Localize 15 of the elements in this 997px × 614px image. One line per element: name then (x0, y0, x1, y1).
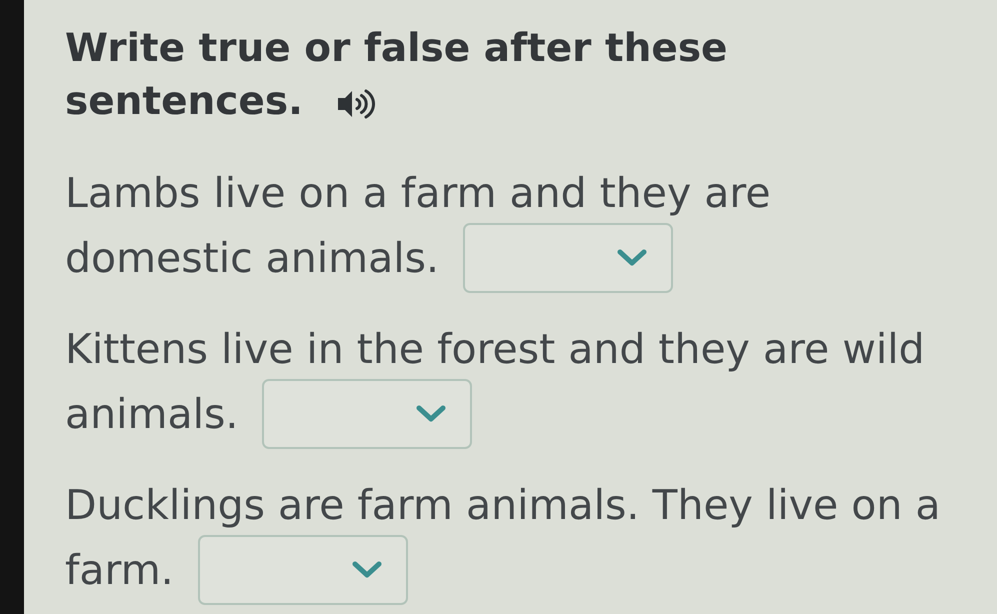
sentence-text: farm. (65, 545, 174, 596)
answer-dropdown[interactable] (262, 379, 472, 449)
chevron-down-icon (617, 249, 648, 267)
instruction-text: sentences. (65, 78, 303, 126)
instruction-text: Write true or false after these (65, 25, 728, 73)
sentence-text: Ducklings are farm animals. They live on a (65, 480, 940, 531)
sentence-text: animals. (65, 389, 238, 440)
chevron-down-icon (416, 405, 446, 423)
chevron-down-icon (352, 561, 382, 579)
answer-dropdown[interactable] (463, 223, 674, 293)
sentence-text: domestic animals. (65, 233, 440, 284)
sentence-text: Kittens live in the forest and they are wild (65, 324, 925, 375)
sentence-text: Lambs live on a farm and they are (65, 168, 771, 219)
answer-dropdown[interactable] (198, 535, 408, 605)
speaker-icon[interactable] (336, 88, 375, 120)
